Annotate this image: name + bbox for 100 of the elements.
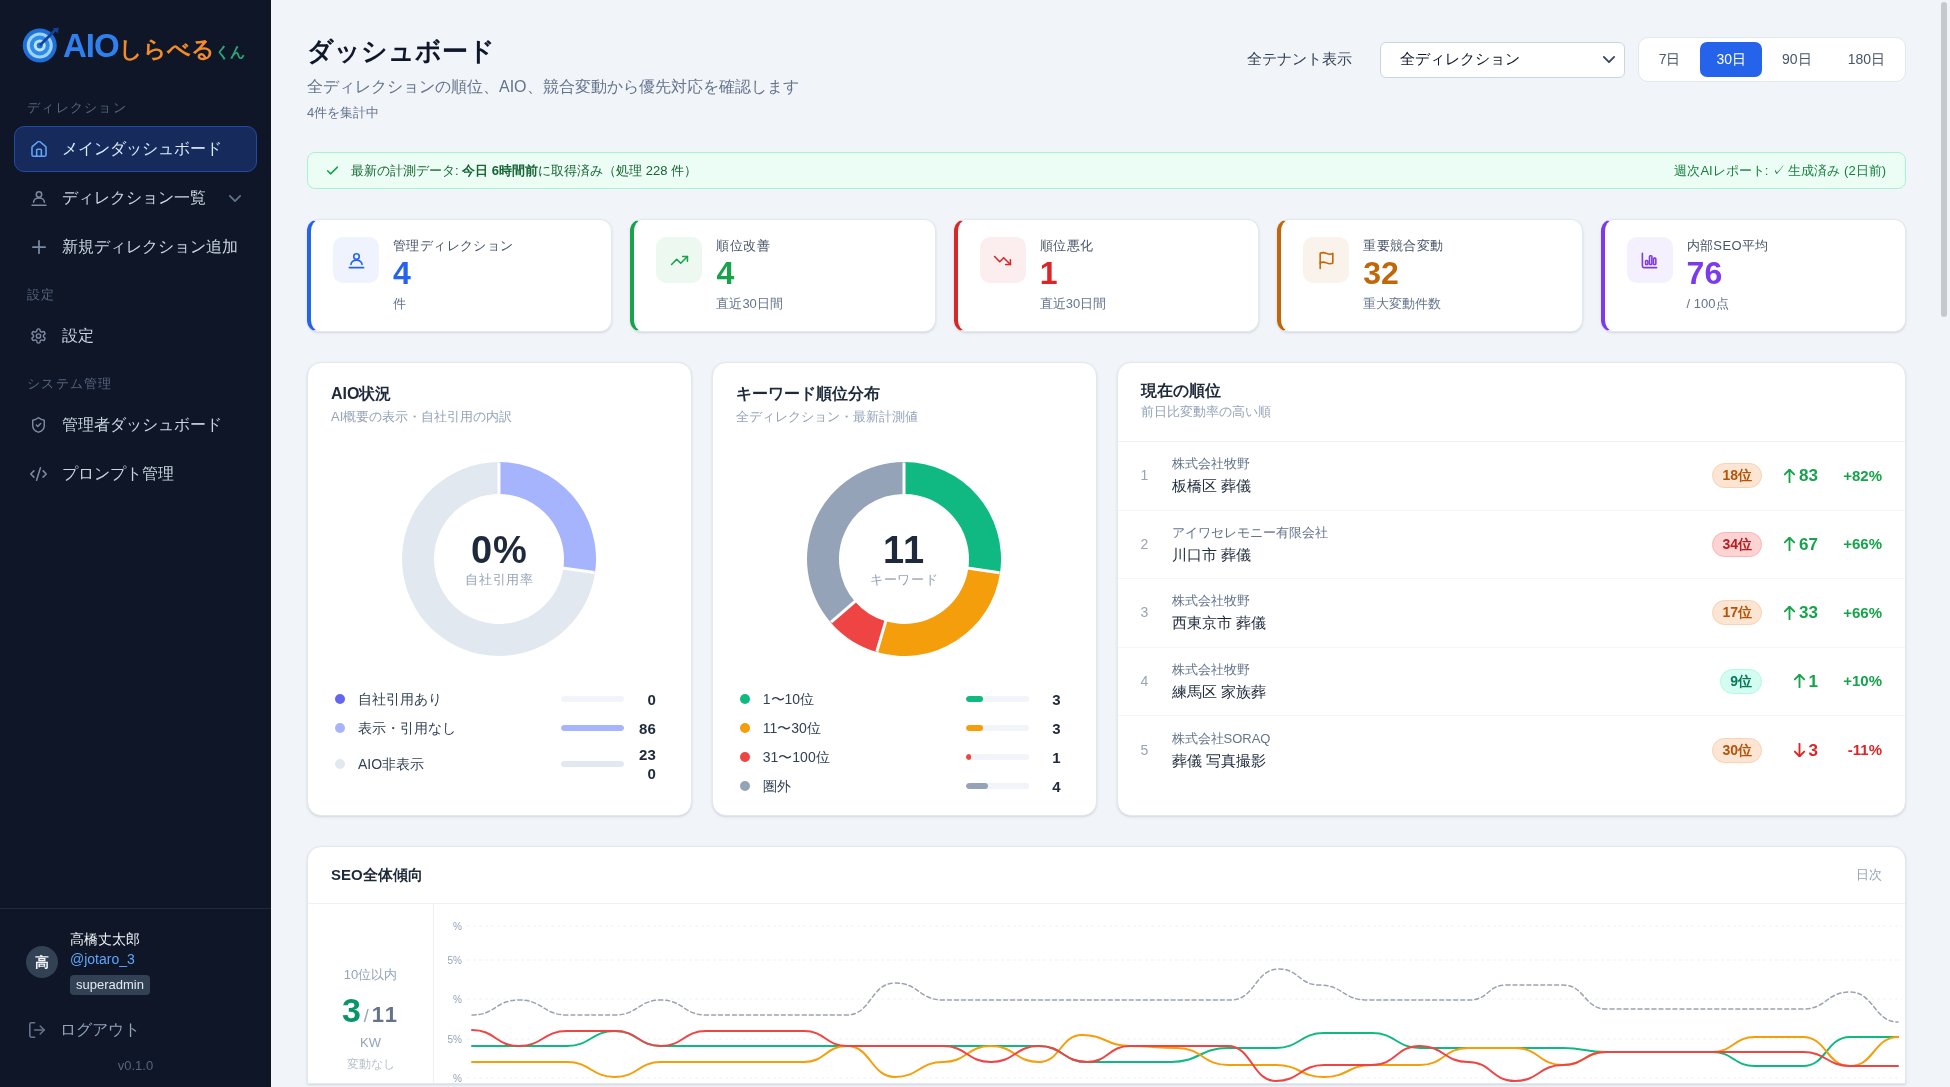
logo-text: AIOしらべる くん: [63, 28, 245, 62]
period-tab[interactable]: 30日: [1700, 42, 1763, 77]
plus-icon: [31, 240, 46, 254]
scrollbar-thumb[interactable]: [1941, 2, 1947, 317]
role-badge: superadmin: [70, 975, 150, 995]
card-title: AIO状況: [331, 384, 393, 404]
rank-badge: 9位: [1720, 668, 1762, 694]
legend-count: 230: [638, 745, 656, 783]
home-icon: [30, 141, 47, 157]
change-rate: +66%: [1842, 534, 1882, 554]
rank-badge: 17位: [1712, 600, 1762, 626]
page-subtitle: 全ディレクションの順位、AIO、競合変動から優先対応を確認します: [307, 77, 799, 97]
stat-value: 4: [716, 255, 736, 291]
legend-label: 1〜10位: [762, 689, 816, 709]
summary-unit: KW: [360, 1034, 381, 1052]
donut-center-label: 自社引用率: [465, 571, 534, 589]
change-rate: +10%: [1842, 671, 1882, 691]
legend-label: 11〜30位: [762, 718, 822, 738]
stat-label: 順位悪化: [1039, 237, 1095, 255]
rank-number: 5: [1140, 740, 1150, 760]
user-handle[interactable]: @jotaro_3: [70, 949, 135, 969]
stat-note: 件: [393, 295, 407, 313]
stat-label: 順位改善: [716, 237, 771, 255]
nav-item[interactable]: 管理者ダッシュボード: [14, 402, 257, 448]
direction-select[interactable]: 全ディレクション: [1379, 41, 1625, 78]
period-tab[interactable]: 7日: [1642, 42, 1697, 77]
company-name: 株式会社牧野: [1171, 455, 1251, 474]
legend-label: 31〜100位: [762, 747, 831, 767]
stat-note: 直近30日間: [716, 295, 783, 313]
summary-note: 変動なし: [346, 1056, 395, 1072]
period-tab[interactable]: 90日: [1766, 42, 1828, 77]
section-label: ディレクション: [26, 99, 129, 117]
trending-up-icon: [656, 237, 703, 283]
logout-button[interactable]: ログアウト: [26, 1018, 245, 1042]
legend-count: 1: [1051, 747, 1061, 767]
section-label: システム管理: [26, 375, 114, 393]
rank-change: 3: [1808, 739, 1818, 762]
stat-label: 重要競合変動: [1363, 237, 1444, 255]
legend-label: 圏外: [762, 776, 792, 796]
rank-number: 2: [1140, 534, 1150, 554]
stat-label: 内部SEO平均: [1686, 237, 1769, 255]
legend-label: 自社引用あり: [358, 689, 443, 709]
nav-item[interactable]: プロンプト管理: [14, 451, 257, 497]
user-avatar: 高: [26, 946, 58, 978]
change-rate: +82%: [1842, 465, 1882, 486]
axis-label: %: [453, 1072, 462, 1083]
rank-change: 33: [1799, 602, 1818, 624]
legend-count: 0: [646, 689, 656, 709]
donut-center-label: キーワード: [870, 571, 939, 589]
card-title: キーワード順位分布: [735, 384, 881, 404]
bar-chart-icon: [1626, 237, 1673, 283]
rank-number: 1: [1140, 466, 1150, 486]
stat-note: / 100点: [1686, 295, 1730, 313]
card-title: 現在の順位: [1140, 381, 1222, 401]
tenant-toggle[interactable]: 全テナント表示: [1246, 48, 1352, 71]
stat-note: 重大変動件数: [1363, 295, 1443, 313]
rank-change: 83: [1799, 465, 1818, 487]
nav-item[interactable]: メインダッシュボード: [14, 126, 257, 172]
summary-label: 10位以内: [343, 966, 398, 984]
rank-change: 67: [1799, 533, 1818, 556]
legend-count: 4: [1051, 776, 1061, 796]
period-tab[interactable]: 180日: [1831, 42, 1901, 77]
keyword-text: 練馬区 家族葬: [1171, 681, 1267, 702]
stat-value: 1: [1039, 255, 1059, 291]
section-label: 設定: [26, 286, 57, 304]
keyword-text: 板橋区 葬儀: [1171, 476, 1252, 497]
rank-badge: 18位: [1712, 463, 1762, 489]
flag-icon: [1303, 237, 1350, 283]
version-label: v0.1.0: [116, 1057, 155, 1075]
donut-center-value: 11: [883, 529, 926, 571]
change-rate: -11%: [1846, 740, 1882, 760]
company-name: アイワセレモニー有限会社: [1171, 523, 1329, 542]
logout-icon: [29, 1022, 45, 1038]
keyword-text: 川口市 葬儀: [1171, 544, 1252, 565]
axis-label: 5%: [447, 1033, 462, 1045]
stat-value: 4: [393, 255, 412, 291]
stat-label: 管理ディレクション: [393, 237, 514, 255]
keyword-text: 西東京市 葬儀: [1171, 613, 1267, 634]
stat-note: 直近30日間: [1039, 295, 1107, 313]
rank-badge: 34位: [1712, 531, 1762, 557]
legend-count: 86: [638, 718, 656, 738]
chevron-down-icon: [1602, 56, 1615, 63]
user-name: 高橋丈太郎: [70, 930, 140, 949]
card-title: SEO全体傾向: [331, 865, 423, 885]
trending-down-icon: [979, 237, 1026, 283]
rank-badge: 30位: [1712, 737, 1762, 763]
rank-change: 1: [1808, 670, 1818, 693]
nav-item[interactable]: ディレクション一覧: [14, 175, 257, 221]
keyword-ratio: 3/11: [341, 992, 400, 1028]
person-icon: [30, 190, 47, 206]
page-title: ダッシュボード: [307, 35, 496, 68]
nav-item[interactable]: 設定: [14, 313, 257, 359]
report-status-text: 週次AIレポート: ✓ 生成済み (2日前): [1674, 161, 1886, 180]
count-note: 4件を集計中: [307, 104, 381, 122]
legend-count: 3: [1051, 689, 1061, 709]
shield-check-icon: [32, 417, 45, 433]
settings-icon: [31, 328, 46, 344]
nav-item[interactable]: 新規ディレクション追加: [14, 224, 257, 270]
stat-value: 32: [1363, 255, 1400, 291]
legend-label: AIO非表示: [358, 754, 426, 774]
